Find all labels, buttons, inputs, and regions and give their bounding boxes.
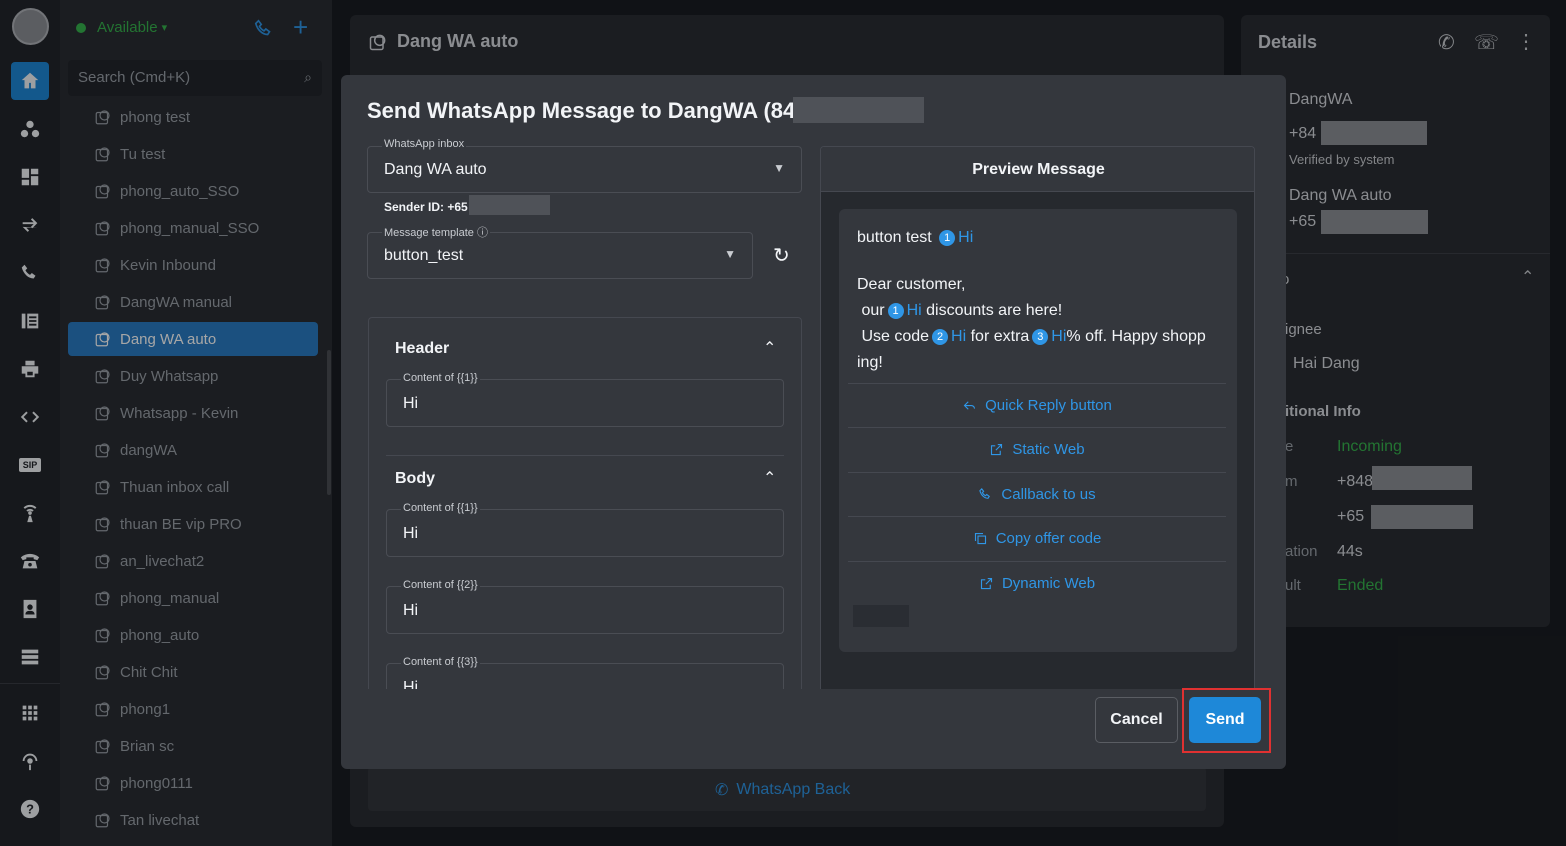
refresh-icon[interactable]: ↻ [773,243,790,268]
variable-badge: 1 [939,229,956,246]
body-content-1-label: Content of {{1}} [401,502,480,514]
header-content-1-value: Hi [403,395,419,412]
variable-value: Hi [906,302,922,319]
chevron-up-icon[interactable]: ⌃ [763,468,776,488]
body-content-2-input[interactable]: Hi [386,586,784,634]
body-section-title: Body [395,470,435,487]
dynamic-web-button[interactable]: Dynamic Web [848,561,1226,605]
inbox-select-value: Dang WA auto [384,161,487,178]
preview-body: Dear customer, our 1 Hi discounts are here… [857,272,1222,376]
redacted-block [793,97,924,123]
callback-button[interactable]: Callback to us [848,472,1226,516]
template-select-label: Message template ⓘ [382,224,490,240]
external-link-icon [991,443,1003,456]
preview-header-line: button test 1 Hi [857,229,973,247]
copy-offer-code-button[interactable]: Copy offer code [848,516,1226,560]
callback-label: Callback to us [1001,486,1096,503]
preview-text: for extra [970,328,1030,345]
send-button[interactable]: Send [1189,697,1261,743]
info-icon: ⓘ [476,227,488,239]
preview-line-2: our 1 Hi discounts are here! [857,298,1222,324]
quick-reply-button[interactable]: Quick Reply button [848,383,1226,427]
variable-value: Hi [1051,328,1067,345]
preview-line-1: Dear customer, [857,276,966,293]
dialog-title: Send WhatsApp Message to DangWA (84 [367,98,796,123]
redacted-block [469,195,550,215]
cancel-button[interactable]: Cancel [1095,697,1178,743]
template-select-value: button_test [384,247,464,264]
chevron-down-icon: ▼ [724,247,736,261]
template-label-text: Message template [384,227,474,239]
copy-icon [974,532,986,545]
variables-panel: Header ⌃ Hi Content of {{1}} Body ⌃ Hi C… [368,317,802,689]
dynamic-web-label: Dynamic Web [1001,575,1096,592]
static-web-label: Static Web [1012,441,1085,458]
body-content-3-label: Content of {{3}} [401,656,480,668]
preview-text: our [861,302,885,319]
preview-line-3: Use code 2 Hi for extra 3 Hi% off. Happy sho… [857,324,1222,350]
whatsapp-inbox-select[interactable]: Dang WA auto ▼ [367,146,802,193]
variable-badge: 2 [932,328,949,345]
variable-badge: 1 [887,302,904,319]
chevron-up-icon[interactable]: ⌃ [763,338,776,358]
preview-text: Use code [861,328,930,345]
preview-header-text: button test [857,229,932,246]
external-link-icon [980,577,993,590]
section-divider [386,455,784,456]
send-whatsapp-dialog: Send WhatsApp Message to DangWA (84 Dang… [341,75,1286,769]
sender-id: Sender ID: +65 [384,200,468,214]
preview-text: % off. Happy shopp [1066,328,1206,345]
copy-offer-label: Copy offer code [995,530,1102,547]
reply-icon [963,401,976,410]
body-content-1-input[interactable]: Hi [386,509,784,557]
redacted-block [853,605,909,627]
quick-reply-label: Quick Reply button [985,397,1112,414]
body-content-2-label: Content of {{2}} [401,579,480,591]
inbox-select-label: WhatsApp inbox [382,138,467,150]
chevron-down-icon: ▼ [773,161,785,175]
variable-badge: 3 [1032,328,1049,345]
body-content-1-value: Hi [403,525,419,542]
header-content-1-label: Content of {{1}} [401,372,480,384]
preview-title: Preview Message [972,161,1105,178]
body-content-2-value: Hi [403,602,419,619]
body-content-3-value: Hi [403,679,419,689]
variable-value: Hi [958,229,974,246]
preview-line-4: ing! [857,354,883,371]
preview-text: discounts are here! [926,302,1063,319]
header-content-1-input[interactable]: Hi [386,379,784,427]
variable-value: Hi [951,328,967,345]
phone-icon [979,488,991,499]
header-section-title: Header [395,340,450,357]
static-web-button[interactable]: Static Web [848,427,1226,471]
